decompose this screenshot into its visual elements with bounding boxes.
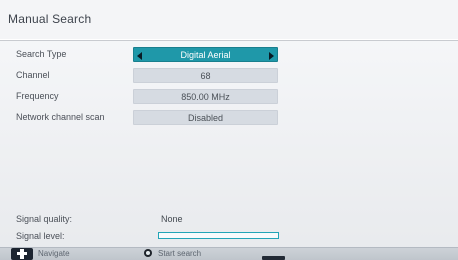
frequency-value: 850.00 MHz bbox=[181, 92, 230, 102]
signal-quality-value: None bbox=[161, 214, 183, 224]
navigate-label: Navigate bbox=[38, 249, 70, 258]
page-title: Manual Search bbox=[8, 12, 92, 26]
search-type-selector[interactable]: Digital Aerial bbox=[133, 47, 278, 62]
network-channel-scan-label: Network channel scan bbox=[16, 112, 105, 122]
signal-quality-label: Signal quality: bbox=[16, 214, 73, 224]
right-arrow-icon[interactable] bbox=[269, 52, 274, 60]
channel-value: 68 bbox=[200, 71, 211, 81]
channel-value-box[interactable]: 68 bbox=[133, 68, 278, 83]
window-header: Manual Search bbox=[0, 0, 458, 41]
signal-level-bar bbox=[158, 232, 279, 239]
network-channel-scan-value-box[interactable]: Disabled bbox=[133, 110, 278, 125]
network-channel-scan-value: Disabled bbox=[187, 113, 224, 123]
frequency-value-box[interactable]: 850.00 MHz bbox=[133, 89, 278, 104]
channel-label: Channel bbox=[16, 70, 50, 80]
search-type-row[interactable]: Search Type Digital Aerial bbox=[12, 46, 294, 64]
channel-row[interactable]: Channel 68 bbox=[12, 67, 294, 85]
frequency-label: Frequency bbox=[16, 91, 59, 101]
ok-button-icon bbox=[144, 249, 152, 257]
network-channel-scan-row[interactable]: Network channel scan Disabled bbox=[12, 109, 294, 127]
dpad-icon bbox=[11, 248, 33, 260]
search-type-value: Digital Aerial bbox=[180, 50, 231, 60]
manual-search-panel: Search Type Digital Aerial Channel 68 Fr… bbox=[12, 46, 294, 241]
start-search-label: Start search bbox=[158, 249, 202, 258]
search-type-label: Search Type bbox=[16, 49, 67, 59]
frequency-row[interactable]: Frequency 850.00 MHz bbox=[12, 88, 294, 106]
footer-dark-block bbox=[262, 256, 285, 260]
signal-level-label: Signal level: bbox=[16, 231, 65, 241]
footer-bar: Navigate Start search bbox=[0, 247, 458, 260]
signal-level-row: Signal level: bbox=[12, 228, 294, 246]
signal-quality-row: Signal quality: None bbox=[12, 211, 294, 229]
